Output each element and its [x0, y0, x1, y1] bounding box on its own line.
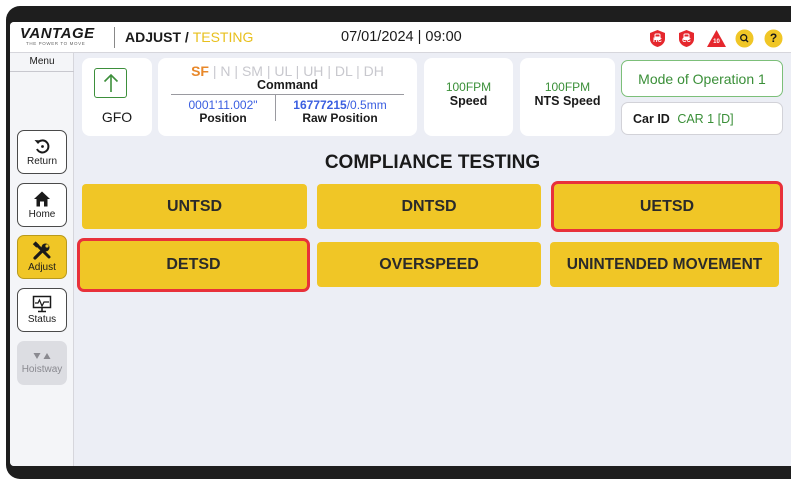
sidebar: Menu Return Home Adjust Status Hoistway	[10, 53, 74, 466]
flag-uh: UH	[303, 63, 324, 79]
cc-lock-label: CC	[682, 37, 691, 44]
home-icon	[34, 191, 50, 207]
flag-separator: |	[266, 63, 271, 79]
cc-lock-icon[interactable]: CC	[677, 29, 696, 48]
status-icons: HC CC 10 ?	[648, 27, 783, 49]
raw-position-number: 16777215	[293, 98, 347, 112]
command-card: SF | N | SM | UL | UH | DL | DH Command …	[158, 58, 417, 136]
mode-of-operation[interactable]: Mode of Operation 1	[621, 60, 783, 97]
unintended-movement-button[interactable]: UNINTENDED MOVEMENT	[550, 242, 779, 287]
car-id-value: CAR 1 [D]	[677, 112, 734, 126]
sidebar-item-label: Status	[27, 314, 57, 325]
position-label: Position	[199, 111, 247, 125]
brand-name: VANTAGE	[20, 25, 95, 42]
sidebar-item-return[interactable]: Return	[17, 130, 67, 174]
flag-dh: DH	[363, 63, 384, 79]
breadcrumb: ADJUST / TESTING	[125, 29, 253, 45]
tools-icon	[32, 241, 51, 260]
top-bar: VANTAGE THE POWER TO MOVE ADJUST / TESTI…	[10, 22, 791, 53]
speed-value: 100FPM	[445, 80, 492, 94]
raw-position-unit: /0.5mm	[346, 98, 387, 112]
door-flags: SF | N | SM | UL | UH | DL | DH	[158, 63, 417, 79]
uetsd-button[interactable]: UETSD	[554, 184, 780, 229]
speed-label: Speed	[449, 94, 488, 108]
sidebar-item-home[interactable]: Home	[17, 183, 67, 227]
car-id-label: Car ID	[633, 112, 670, 126]
detsd-button[interactable]: DETSD	[80, 241, 307, 289]
hc-lock-label: HC	[653, 37, 662, 44]
nts-speed-label: NTS Speed	[534, 94, 601, 108]
menu-divider	[10, 71, 74, 72]
command-title: Command	[256, 78, 319, 92]
date-text: 07/01/2024	[341, 29, 414, 45]
flag-separator: |	[212, 63, 217, 79]
menu-label[interactable]: Menu	[10, 56, 74, 67]
fault-count-icon[interactable]: 10	[706, 29, 726, 48]
up-arrow-icon	[94, 68, 127, 98]
flag-separator: |	[234, 63, 239, 79]
brand-tagline: THE POWER TO MOVE	[26, 41, 86, 46]
breadcrumb-current: TESTING	[192, 29, 254, 45]
sidebar-item-label: Adjust	[28, 262, 56, 273]
page-title: COMPLIANCE TESTING	[324, 152, 541, 173]
monitor-icon	[32, 295, 52, 313]
hc-lock-icon[interactable]: HC	[648, 29, 667, 48]
command-rule	[171, 94, 404, 95]
dntsd-button[interactable]: DNTSD	[317, 184, 541, 229]
flag-separator: |	[295, 63, 300, 79]
date-time-divider: |	[417, 29, 422, 45]
sidebar-item-label: Home	[28, 209, 56, 220]
brand-logo: VANTAGE THE POWER TO MOVE	[20, 26, 112, 48]
speed-card: 100FPM Speed	[424, 58, 513, 136]
sidebar-item-hoistway[interactable]: Hoistway	[17, 341, 67, 385]
flag-sm: SM	[241, 63, 263, 79]
flag-ul: UL	[274, 63, 292, 79]
flag-separator: |	[356, 63, 360, 79]
fault-count-label: 10	[713, 38, 720, 45]
time-text: 09:00	[425, 29, 462, 45]
sidebar-item-adjust[interactable]: Adjust	[17, 235, 67, 279]
help-label: ?	[769, 31, 778, 45]
flag-dl: DL	[334, 63, 353, 79]
raw-position-value: 16777215/0.5mm	[276, 98, 404, 112]
sidebar-item-status[interactable]: Status	[17, 288, 67, 332]
hoistway-icon	[33, 353, 51, 359]
nts-speed-value: 100FPM	[544, 80, 591, 94]
breadcrumb-separator: /	[184, 29, 189, 45]
screen: VANTAGE THE POWER TO MOVE ADJUST / TESTI…	[10, 22, 791, 466]
gfo-card: GFO	[82, 58, 152, 136]
breadcrumb-section[interactable]: ADJUST	[125, 29, 181, 45]
position-value: 0001'11.002"	[188, 98, 258, 112]
flag-sf: SF	[191, 63, 209, 79]
nts-speed-card: 100FPM NTS Speed	[520, 58, 615, 136]
overspeed-button[interactable]: OVERSPEED	[317, 242, 541, 287]
search-icon[interactable]	[735, 29, 754, 48]
help-icon[interactable]: ?	[764, 29, 783, 48]
flag-separator: |	[327, 63, 331, 79]
sidebar-item-label: Return	[26, 156, 57, 167]
date-time: 07/01/2024 | 09:00	[341, 29, 462, 45]
untsd-button[interactable]: UNTSD	[82, 184, 307, 229]
return-icon	[34, 139, 50, 154]
flag-n: N	[220, 63, 231, 79]
car-id: Car ID CAR 1 [D]	[621, 102, 783, 135]
gfo-label: GFO	[101, 109, 133, 125]
raw-position-label: Raw Position	[302, 111, 378, 125]
header-divider	[114, 27, 115, 48]
sidebar-item-label: Hoistway	[21, 364, 63, 375]
